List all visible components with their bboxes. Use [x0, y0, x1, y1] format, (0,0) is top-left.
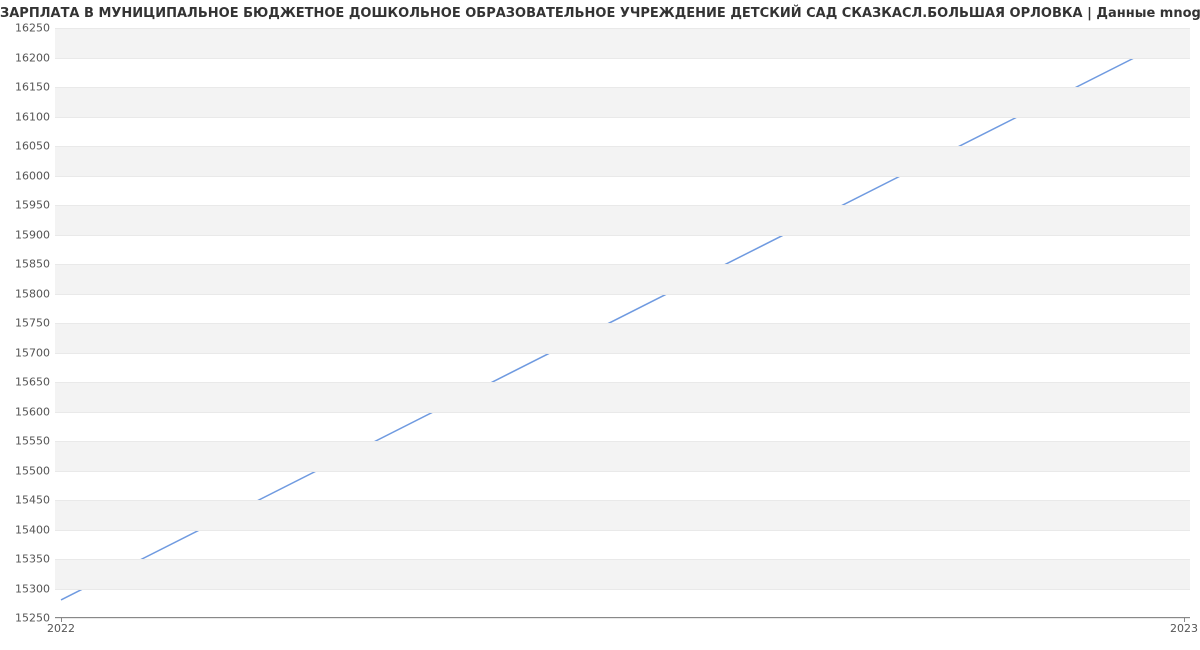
grid-line [55, 412, 1190, 413]
grid-line [55, 618, 1190, 619]
y-axis-tick-label: 15650 [5, 376, 50, 389]
grid-line [55, 28, 1190, 29]
y-axis-tick-label: 16200 [5, 51, 50, 64]
y-axis-tick-label: 15250 [5, 612, 50, 625]
grid-line [55, 441, 1190, 442]
chart-title: ЗАРПЛАТА В МУНИЦИПАЛЬНОЕ БЮДЖЕТНОЕ ДОШКО… [0, 6, 1192, 21]
grid-line [55, 58, 1190, 59]
grid-line [55, 117, 1190, 118]
y-axis-tick-label: 16050 [5, 140, 50, 153]
grid-band [55, 205, 1190, 235]
grid-line [55, 87, 1190, 88]
y-axis-tick-label: 15850 [5, 258, 50, 271]
y-axis-tick-label: 15900 [5, 228, 50, 241]
grid-band [55, 87, 1190, 117]
y-axis-tick-label: 16250 [5, 22, 50, 35]
grid-band [55, 28, 1190, 58]
grid-band [55, 264, 1190, 294]
grid-band [55, 500, 1190, 530]
grid-line [55, 530, 1190, 531]
y-axis-tick-label: 15450 [5, 494, 50, 507]
y-axis-tick-label: 15700 [5, 346, 50, 359]
grid-line [55, 353, 1190, 354]
grid-line [55, 235, 1190, 236]
chart-container: ЗАРПЛАТА В МУНИЦИПАЛЬНОЕ БЮДЖЕТНОЕ ДОШКО… [0, 0, 1200, 650]
grid-line [55, 559, 1190, 560]
y-axis-tick-label: 15400 [5, 523, 50, 536]
y-axis-tick-label: 15950 [5, 199, 50, 212]
grid-line [55, 205, 1190, 206]
grid-band [55, 323, 1190, 353]
grid-band [55, 559, 1190, 589]
grid-line [55, 264, 1190, 265]
grid-line [55, 323, 1190, 324]
y-axis-tick-label: 15350 [5, 553, 50, 566]
grid-band [55, 441, 1190, 471]
grid-band [55, 146, 1190, 176]
y-axis-tick-label: 15500 [5, 464, 50, 477]
grid-line [55, 294, 1190, 295]
grid-line [55, 176, 1190, 177]
grid-line [55, 471, 1190, 472]
y-axis-tick-label: 16000 [5, 169, 50, 182]
grid-band [55, 382, 1190, 412]
y-axis-tick-label: 16150 [5, 81, 50, 94]
y-axis-tick-label: 15800 [5, 287, 50, 300]
y-axis-tick-label: 15750 [5, 317, 50, 330]
y-axis-tick-label: 15300 [5, 582, 50, 595]
plot-area: 1525015300153501540015450155001555015600… [55, 28, 1190, 618]
grid-line [55, 382, 1190, 383]
grid-line [55, 589, 1190, 590]
y-axis-tick-label: 15600 [5, 405, 50, 418]
x-axis-tick-label: 2022 [47, 622, 75, 635]
grid-line [55, 146, 1190, 147]
x-axis-tick-label: 2023 [1170, 622, 1198, 635]
y-axis-tick-label: 15550 [5, 435, 50, 448]
grid-line [55, 500, 1190, 501]
y-axis-tick-label: 16100 [5, 110, 50, 123]
